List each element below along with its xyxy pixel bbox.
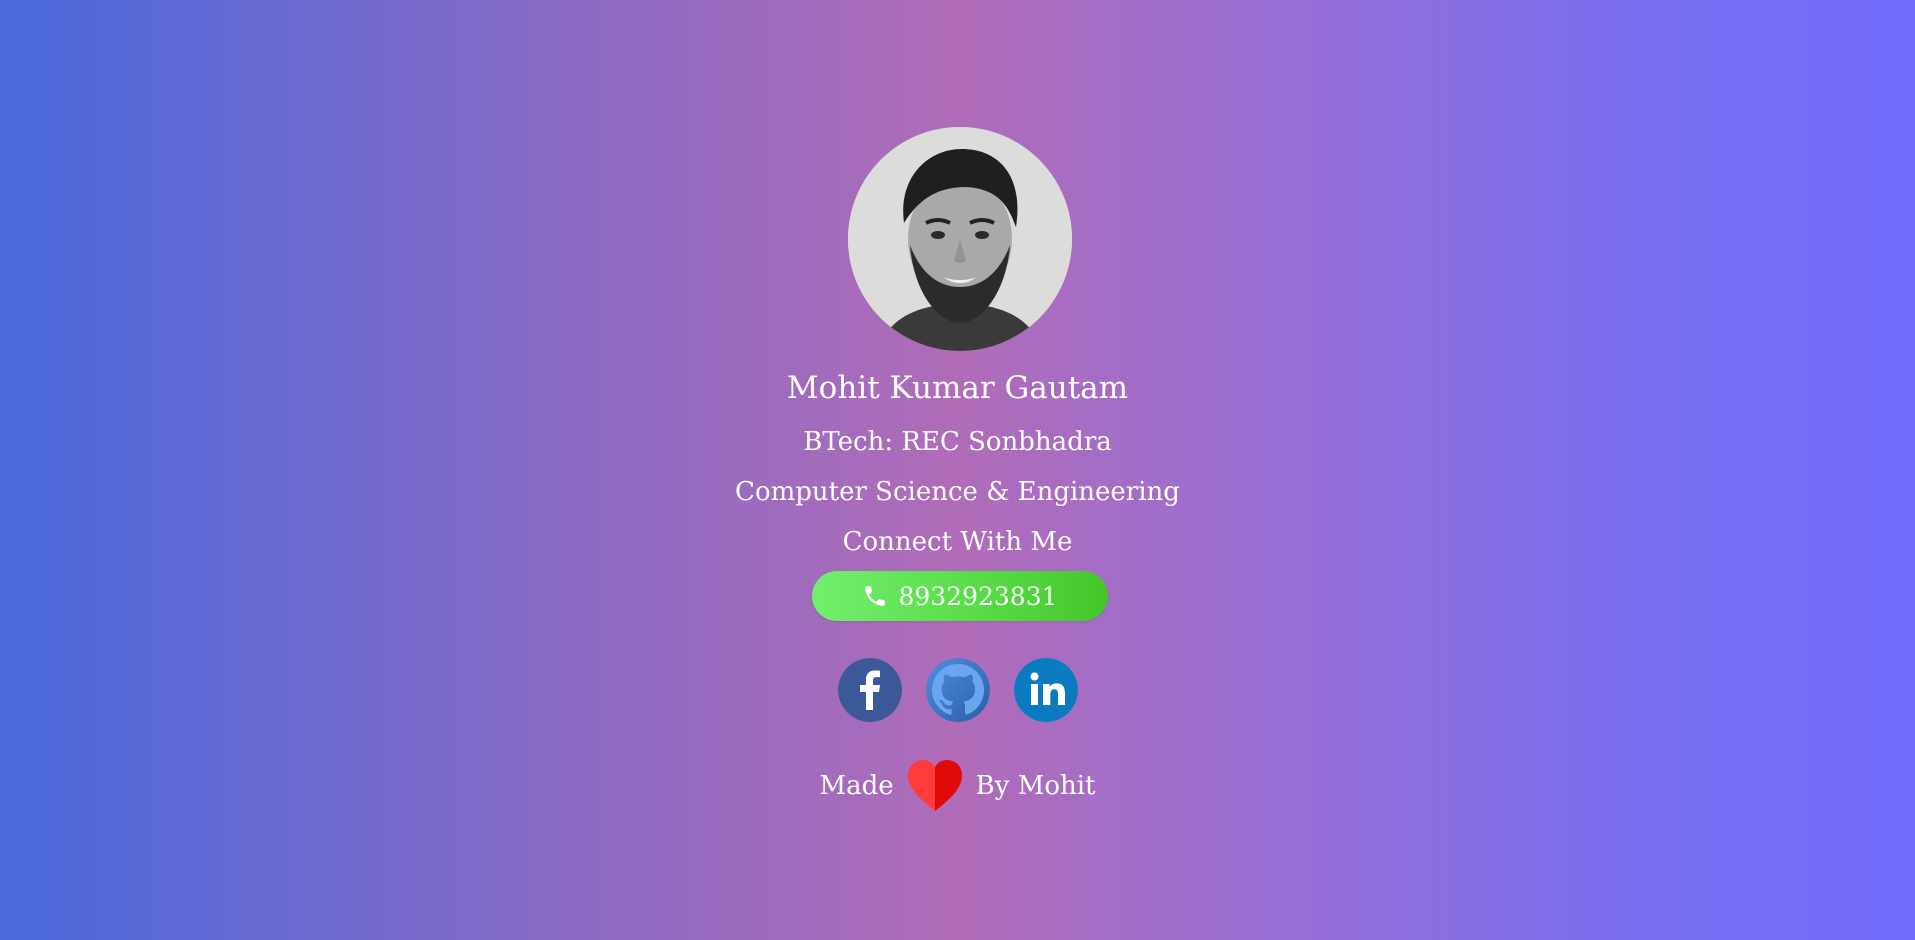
profile-avatar <box>848 127 1072 351</box>
connect-heading: Connect With Me <box>842 527 1073 557</box>
phone-icon <box>862 583 888 609</box>
phone-number: 8932923831 <box>898 581 1058 611</box>
footer-made-text: Made <box>819 771 894 801</box>
linkedin-link[interactable] <box>1013 658 1078 722</box>
phone-button[interactable]: 8932923831 <box>812 571 1108 621</box>
social-links <box>0 658 1915 722</box>
github-link[interactable] <box>925 658 990 722</box>
profile-photo <box>848 127 1072 351</box>
facebook-link[interactable] <box>837 658 902 722</box>
footer: Made By Mohit <box>0 756 1915 816</box>
linkedin-icon <box>1013 658 1078 722</box>
education-text: BTech: REC Sonbhadra <box>803 427 1112 457</box>
profile-name: Mohit Kumar Gautam <box>786 370 1129 406</box>
github-icon <box>925 658 990 722</box>
facebook-icon <box>837 658 902 722</box>
branch-text: Computer Science & Engineering <box>735 477 1180 507</box>
profile-card: Mohit Kumar Gautam BTech: REC Sonbhadra … <box>0 0 1915 940</box>
footer-by-text: By Mohit <box>975 771 1096 801</box>
heart-icon <box>906 759 964 813</box>
